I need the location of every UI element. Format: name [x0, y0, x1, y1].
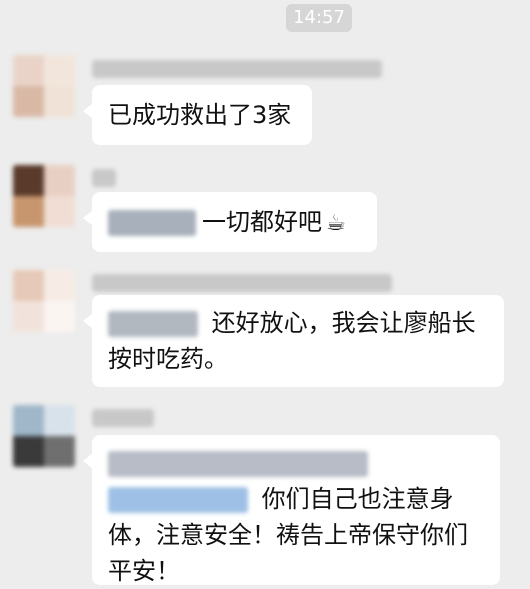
message-text-line-2: 按时吃药。 [108, 345, 228, 373]
message-text-line-3: 平安！ [108, 557, 180, 585]
message-bubble[interactable]: 你们自己也注意身 体，注意安全！祷告上帝保守你们 平安！ [83, 435, 500, 585]
sender-name [92, 274, 392, 292]
message-bubble[interactable]: 还好放心，我会让廖船长 按时吃药。 [83, 295, 504, 387]
sender-name [92, 409, 154, 427]
message-bubble[interactable]: 已成功救出了3家 [83, 85, 312, 145]
redacted-text [108, 311, 198, 337]
avatar[interactable] [13, 405, 75, 467]
message-text: 一切都好吧 [202, 208, 322, 236]
message-text-line-2: 体，注意安全！祷告上帝保守你们 [108, 521, 468, 549]
timestamp: 14:57 [286, 4, 352, 32]
avatar[interactable] [13, 270, 75, 332]
redacted-text [108, 487, 248, 513]
coffee-emoji-icon: ☕ [326, 211, 346, 236]
message-text-line-1: 你们自己也注意身 [261, 485, 454, 513]
message-bubble[interactable]: 一切都好吧 ☕ [83, 192, 377, 252]
sender-name [92, 169, 116, 187]
message-text-line-1: 还好放心，我会让廖船长 [211, 309, 476, 337]
avatar[interactable] [13, 55, 75, 117]
message-text: 已成功救出了3家 [108, 101, 292, 129]
redacted-text [108, 451, 368, 477]
redacted-text [108, 210, 196, 236]
avatar[interactable] [13, 165, 75, 227]
sender-name [92, 60, 382, 78]
